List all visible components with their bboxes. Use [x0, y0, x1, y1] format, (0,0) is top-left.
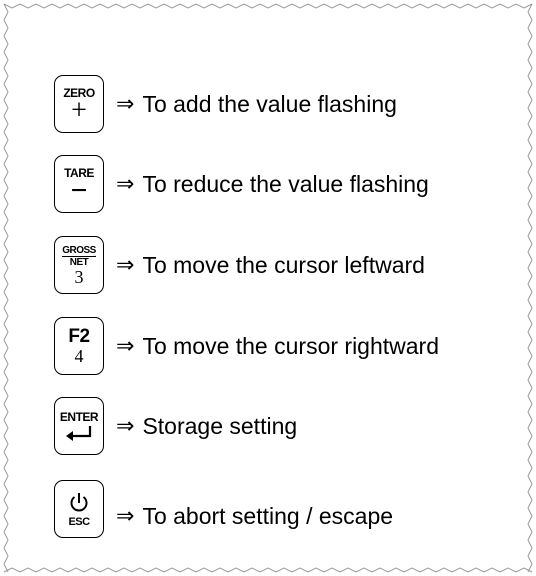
gross-net-key-description: To move the cursor leftward [142, 251, 425, 278]
f2-key-description: To move the cursor rightward [142, 332, 440, 359]
digit-3-label: 3 [74, 266, 84, 287]
implies-arrow-icon: ⇒ [116, 252, 135, 278]
f2-label: F2 [68, 326, 90, 347]
implies-arrow-icon: ⇒ [116, 333, 135, 359]
implies-arrow-icon: ⇒ [116, 503, 135, 529]
key-row-f2: F2 4 ⇒ To move the cursor rightward [54, 317, 439, 375]
esc-key-description: To abort setting / escape [142, 502, 394, 529]
key-row-tare: TARE − ⇒ To reduce the value flashing [54, 155, 429, 213]
power-icon [70, 492, 88, 511]
esc-key[interactable]: ESC [54, 480, 104, 538]
key-row-gross-net: GROSS NET 3 ⇒ To move the cursor leftwar… [54, 236, 425, 294]
enter-label: ENTER [59, 410, 99, 424]
tare-key[interactable]: TARE − [54, 155, 104, 213]
gross-net-key[interactable]: GROSS NET 3 [54, 236, 104, 294]
enter-key-description: Storage setting [142, 412, 298, 439]
key-row-zero: ZERO + ⇒ To add the value flashing [54, 75, 397, 133]
implies-arrow-icon: ⇒ [116, 171, 135, 197]
plus-icon: + [71, 95, 87, 126]
esc-label: ESC [68, 515, 90, 528]
gross-label: GROSS [62, 244, 96, 257]
key-row-enter: ENTER ⇒ Storage setting [54, 397, 297, 455]
key-row-esc: ESC ⇒ To abort setting / escape [54, 480, 393, 538]
enter-arrow-icon [66, 426, 92, 441]
implies-arrow-icon: ⇒ [116, 413, 135, 439]
f2-key[interactable]: F2 4 [54, 317, 104, 375]
enter-key[interactable]: ENTER [54, 397, 104, 455]
zero-key-description: To add the value flashing [142, 90, 397, 117]
zero-key[interactable]: ZERO + [54, 75, 104, 133]
implies-arrow-icon: ⇒ [116, 91, 135, 117]
digit-4-label: 4 [74, 346, 84, 366]
tare-key-description: To reduce the value flashing [142, 170, 429, 197]
minus-icon: − [70, 174, 88, 207]
